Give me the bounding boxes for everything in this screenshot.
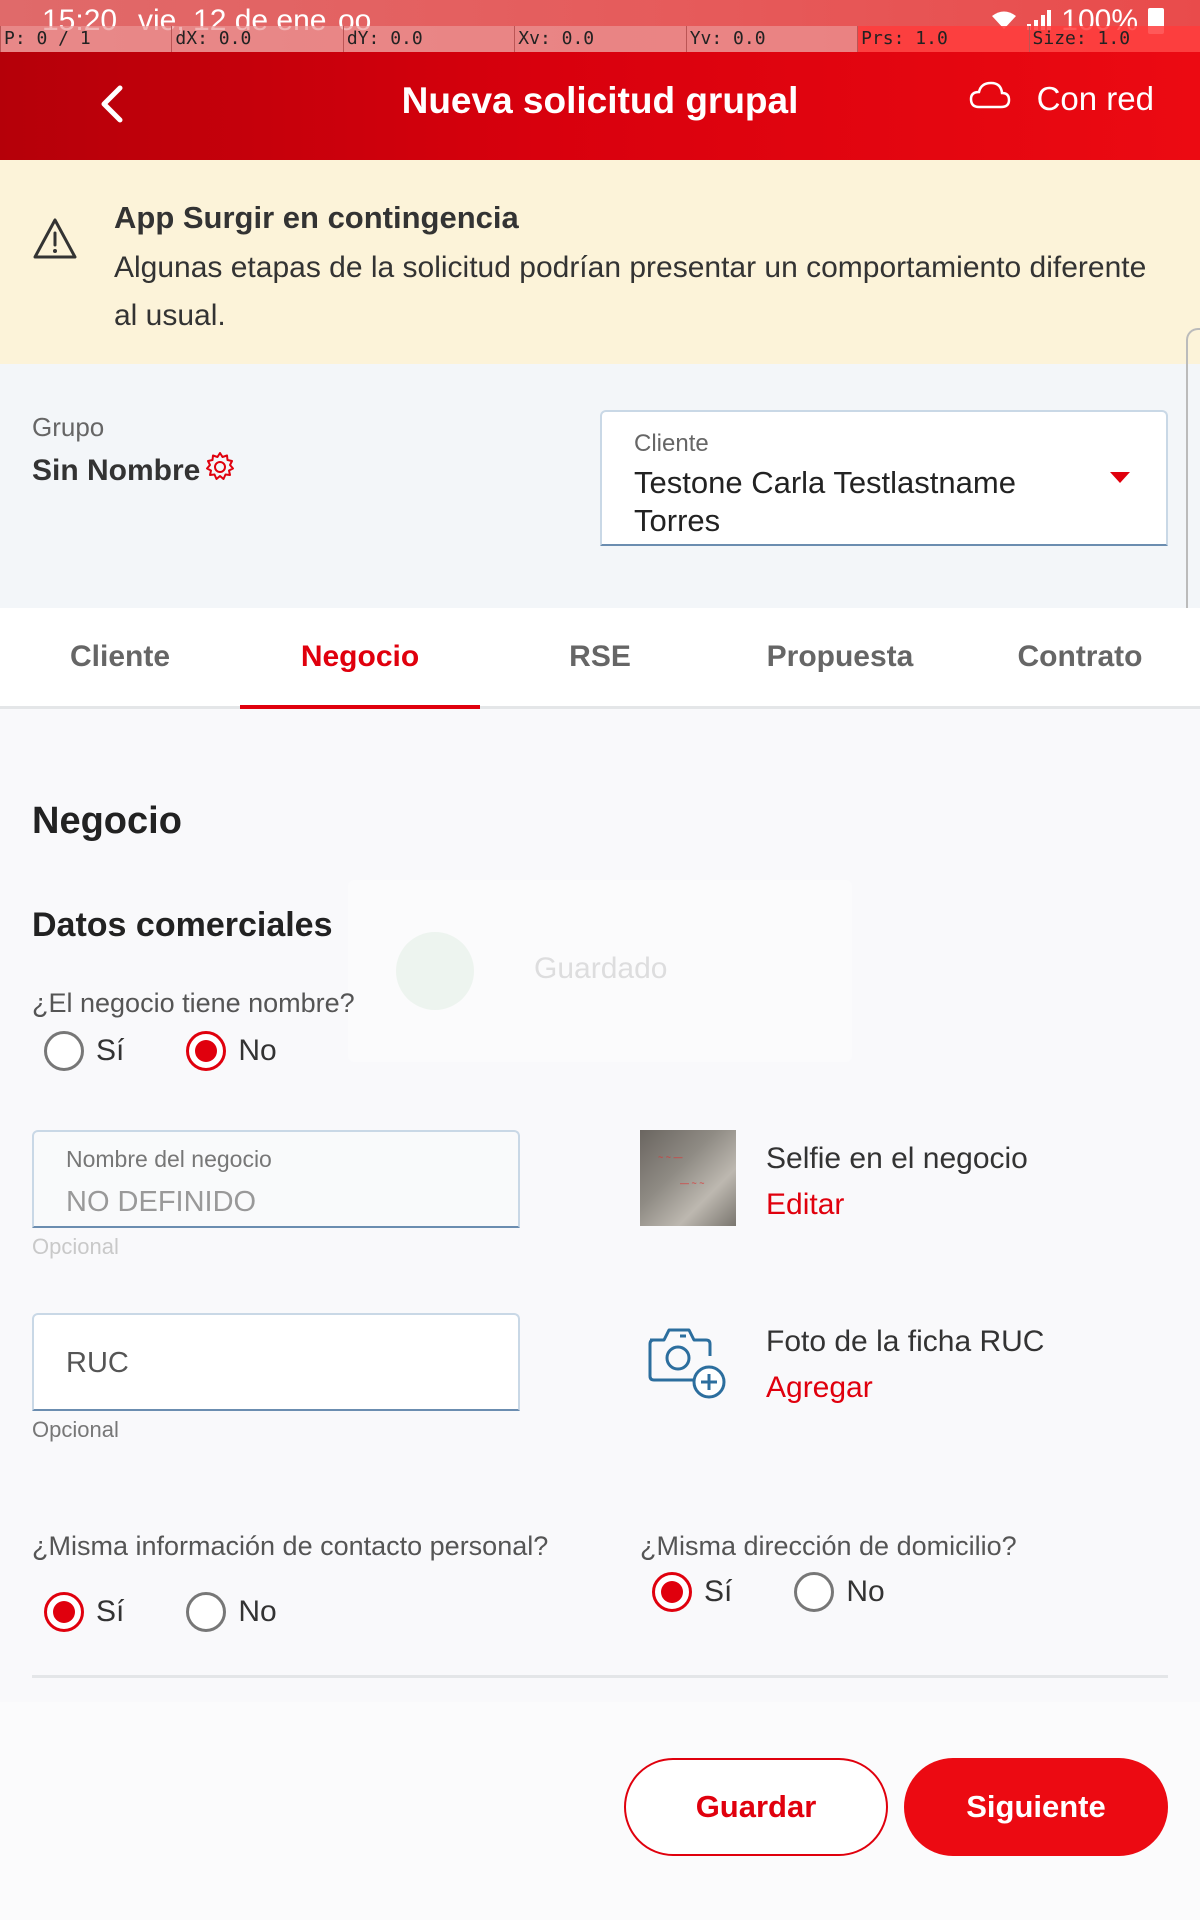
question-same-contact: ¿Misma información de contacto personal?: [32, 1531, 549, 1561]
radio-circle-checked: [652, 1572, 692, 1612]
section-title: Negocio: [32, 800, 182, 842]
network-status[interactable]: Con red: [969, 80, 1154, 118]
check-circle-icon: [396, 932, 474, 1010]
radio-same-address-yes[interactable]: Sí: [652, 1572, 732, 1612]
helper-text: Opcional: [32, 1234, 119, 1259]
radio-circle: [794, 1572, 835, 1612]
save-button[interactable]: Guardar: [624, 1758, 888, 1856]
radio-same-contact-no[interactable]: No: [186, 1592, 277, 1632]
radio-circle-checked: [186, 1031, 227, 1071]
debug-cell: Yv: 0.0: [685, 26, 858, 52]
app-bar: Nueva solicitud grupal Con red: [0, 52, 1200, 160]
debug-cell: P: 0 / 1: [0, 26, 172, 52]
camera-add-icon[interactable]: [644, 1318, 730, 1404]
business-name-field[interactable]: Nombre del negocio NO DEFINIDO: [32, 1130, 520, 1228]
banner-title: App Surgir en contingencia: [114, 200, 519, 235]
warning-icon: [32, 216, 78, 262]
divider: [32, 1675, 1168, 1678]
radio-circle: [44, 1031, 84, 1071]
debug-cell: Prs: 1.0: [857, 26, 1029, 52]
banner-message: Algunas etapas de la solicitud podrían p…: [114, 251, 1147, 332]
contingency-banner: App Surgir en contingencia Algunas etapa…: [0, 160, 1200, 364]
ruc-photo-add-link[interactable]: Agregar: [766, 1371, 873, 1405]
radio-label: Sí: [96, 1595, 125, 1628]
radio-label: Sí: [96, 1034, 125, 1067]
field-value: NO DEFINIDO: [66, 1186, 257, 1218]
gear-icon[interactable]: [203, 450, 237, 484]
saved-toast: Guardado: [348, 880, 852, 1062]
group-name: Sin Nombre: [32, 454, 201, 487]
client-dropdown-label: Cliente: [634, 430, 709, 457]
selfie-thumbnail[interactable]: ~ ~ — — ~ ~: [640, 1130, 736, 1226]
debug-cell: dY: 0.0: [342, 26, 515, 52]
debug-cell: Xv: 0.0: [514, 26, 686, 52]
status-bar: 15:20 vie, 12 de ene oo 100% P: 0 / 1 dX…: [0, 0, 1200, 52]
selfie-title: Selfie en el negocio: [766, 1142, 1028, 1175]
selfie-edit-link[interactable]: Editar: [766, 1188, 844, 1222]
client-dropdown[interactable]: Cliente Testone Carla Testlastname Torre…: [600, 410, 1168, 546]
radio-label: No: [238, 1595, 277, 1628]
radio-business-name-yes[interactable]: Sí: [44, 1031, 124, 1071]
next-button[interactable]: Siguiente: [904, 1758, 1168, 1856]
scroll-edge-indicator: [1186, 328, 1200, 638]
radio-same-contact-yes[interactable]: Sí: [44, 1592, 124, 1632]
thumbnail-detail: ~ ~ —: [658, 1152, 683, 1162]
tab-propuesta[interactable]: Propuesta: [720, 608, 960, 706]
radio-label: No: [846, 1575, 885, 1608]
subsection-title: Datos comerciales: [32, 906, 333, 944]
footer-actions: Guardar Siguiente: [0, 1702, 1200, 1920]
network-status-label: Con red: [1036, 80, 1154, 117]
debug-cell: Size: 1.0: [1028, 26, 1200, 52]
step-tabs: Cliente Negocio RSE Propuesta Contrato: [0, 608, 1200, 709]
thumbnail-detail: — ~ ~: [680, 1178, 705, 1188]
tab-rse[interactable]: RSE: [480, 608, 720, 706]
radio-business-name-no[interactable]: No: [186, 1031, 277, 1071]
client-dropdown-value: Testone Carla Testlastname Torres: [634, 465, 1016, 538]
question-same-address: ¿Misma dirección de domicilio?: [640, 1531, 1017, 1561]
radio-label: Sí: [704, 1575, 733, 1608]
field-placeholder: RUC: [66, 1347, 129, 1379]
pointer-debug-overlay: P: 0 / 1 dX: 0.0 dY: 0.0 Xv: 0.0 Yv: 0.0…: [0, 26, 1200, 52]
field-label: Nombre del negocio: [66, 1146, 272, 1172]
caret-down-icon: [1110, 472, 1130, 483]
radio-group-same-contact: Sí No: [44, 1592, 339, 1632]
cloud-icon: [969, 80, 1011, 118]
tab-cliente[interactable]: Cliente: [0, 608, 240, 706]
radio-group-business-name: Sí No: [44, 1031, 339, 1071]
toast-text: Guardado: [534, 952, 668, 985]
radio-circle: [186, 1592, 227, 1632]
ruc-field[interactable]: RUC: [32, 1313, 520, 1411]
debug-cell: dX: 0.0: [171, 26, 343, 52]
tab-negocio[interactable]: Negocio: [240, 608, 480, 709]
group-header: Grupo Sin Nombre Cliente Testone Carla T…: [0, 364, 1200, 608]
helper-text: Opcional: [32, 1417, 119, 1442]
radio-circle-checked: [44, 1592, 84, 1632]
group-label: Grupo: [32, 412, 105, 442]
question-business-name: ¿El negocio tiene nombre?: [32, 988, 355, 1018]
radio-same-address-no[interactable]: No: [794, 1572, 885, 1612]
tab-contrato[interactable]: Contrato: [960, 608, 1200, 706]
radio-label: No: [238, 1034, 277, 1067]
ruc-photo-title: Foto de la ficha RUC: [766, 1325, 1045, 1358]
radio-group-same-address: Sí No: [652, 1572, 947, 1612]
